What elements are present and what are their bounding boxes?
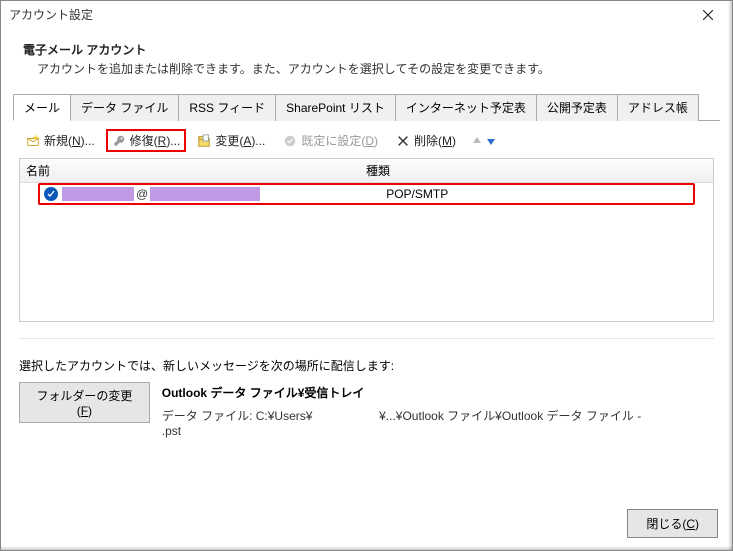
sparkle-icon [26, 134, 40, 148]
new-button[interactable]: 新規(N)... [19, 129, 102, 152]
move-down-button[interactable] [485, 135, 497, 147]
set-default-label: 既定に設定(D) [301, 132, 378, 149]
delivery-path: データ ファイル: C:¥Users¥ ¥...¥Outlook ファイル¥Ou… [162, 407, 714, 438]
change-folder-button[interactable]: フォルダーの変更(F) [19, 382, 150, 423]
toolbar: 新規(N)... 修復(R)... 変更(A)... 既定に設定(D) 削除(M… [1, 121, 732, 158]
move-up-button[interactable] [471, 135, 483, 147]
tab-sharepoint-lists[interactable]: SharePoint リスト [275, 94, 396, 121]
close-icon [703, 10, 713, 20]
delivery-label: 選択したアカウントでは、新しいメッセージを次の場所に配信します: [19, 357, 714, 374]
repair-button[interactable]: 修復(R)... [106, 129, 187, 152]
tab-published-calendars[interactable]: 公開予定表 [536, 94, 618, 121]
set-default-button[interactable]: 既定に設定(D) [276, 129, 385, 152]
section-heading: 電子メール アカウント [23, 41, 714, 58]
close-button[interactable]: 閉じる(C) [627, 509, 718, 538]
tab-data-files[interactable]: データ ファイル [70, 94, 179, 121]
shadow-decoration [728, 1, 732, 550]
divider [19, 338, 714, 339]
redacted-name-part1 [62, 187, 134, 201]
default-account-icon [44, 187, 58, 201]
tab-internet-calendars[interactable]: インターネット予定表 [395, 94, 537, 121]
window-close-button[interactable] [692, 4, 724, 26]
tab-bar: メール データ ファイル RSS フィード SharePoint リスト インタ… [13, 94, 720, 121]
x-icon [396, 134, 410, 148]
account-type: POP/SMTP [380, 187, 693, 201]
check-circle-icon [283, 134, 297, 148]
tab-address-books[interactable]: アドレス帳 [617, 94, 699, 121]
at-symbol: @ [134, 187, 150, 201]
new-label: 新規(N)... [44, 132, 95, 149]
delivery-location: Outlook データ ファイル¥受信トレイ [162, 384, 714, 401]
shadow-decoration [1, 546, 732, 550]
accounts-list[interactable]: 名前 種類 @ POP/SMTP [19, 158, 714, 322]
window-title: アカウント設定 [9, 6, 692, 23]
delete-label: 削除(M) [414, 132, 456, 149]
change-label: 変更(A)... [215, 132, 265, 149]
section-description: アカウントを追加または削除できます。また、アカウントを選択してその設定を変更でき… [23, 58, 714, 77]
column-header-name[interactable]: 名前 [20, 162, 360, 179]
tab-mail[interactable]: メール [13, 94, 71, 121]
redacted-name-part2 [150, 187, 260, 201]
delete-button[interactable]: 削除(M) [389, 129, 463, 152]
repair-label: 修復(R)... [130, 132, 181, 149]
column-header-type[interactable]: 種類 [360, 162, 713, 179]
change-button[interactable]: 変更(A)... [190, 129, 272, 152]
wrench-icon [112, 134, 126, 148]
table-row[interactable]: @ POP/SMTP [40, 185, 693, 203]
document-folder-icon [197, 134, 211, 148]
tab-rss-feeds[interactable]: RSS フィード [178, 94, 276, 121]
